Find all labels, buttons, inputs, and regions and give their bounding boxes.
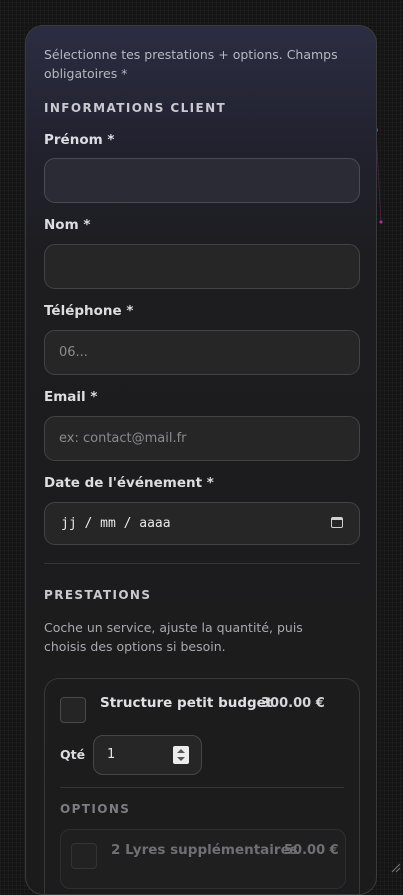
service-card: Structure petit budget 300.00 € Qté 1 OP… bbox=[44, 678, 360, 894]
options-divider bbox=[60, 787, 344, 788]
quantity-stepper[interactable]: 1 bbox=[93, 735, 202, 775]
quantity-label: Qté bbox=[60, 747, 86, 762]
spinner-icon[interactable] bbox=[173, 746, 189, 764]
event-date-label: Date de l'événement * bbox=[44, 475, 214, 491]
section-divider bbox=[44, 563, 360, 564]
email-input[interactable]: ex: contact@mail.fr bbox=[44, 416, 360, 461]
spinner-down-icon[interactable] bbox=[177, 757, 185, 761]
last-name-input[interactable] bbox=[44, 244, 360, 289]
service-name: Structure petit budget bbox=[100, 695, 273, 711]
phone-label: Téléphone * bbox=[44, 303, 134, 319]
client-section-title: INFORMATIONS CLIENT bbox=[44, 101, 227, 115]
prestations-description: Coche un service, ajuste la quantité, pu… bbox=[44, 620, 303, 654]
resize-handle-icon[interactable] bbox=[391, 863, 401, 873]
option-checkbox[interactable] bbox=[71, 843, 97, 869]
calendar-icon[interactable] bbox=[331, 517, 343, 528]
email-label: Email * bbox=[44, 389, 98, 405]
event-date-input[interactable]: jj / mm / aaaa bbox=[44, 502, 360, 545]
option-price: 50.00 € bbox=[284, 843, 339, 858]
options-title: OPTIONS bbox=[60, 802, 131, 816]
service-price: 300.00 € bbox=[261, 696, 325, 711]
form-intro: Sélectionne tes prestations + options. C… bbox=[44, 47, 338, 81]
first-name-input[interactable] bbox=[44, 158, 360, 203]
option-name: 2 Lyres supplémentaires bbox=[111, 842, 298, 858]
event-date-value: jj / mm / aaaa bbox=[61, 516, 171, 531]
quantity-value: 1 bbox=[107, 747, 116, 762]
spinner-up-icon[interactable] bbox=[177, 749, 185, 753]
booking-form-card: Sélectionne tes prestations + options. C… bbox=[25, 25, 377, 895]
first-name-label: Prénom * bbox=[44, 132, 115, 148]
phone-input[interactable]: 06... bbox=[44, 330, 360, 375]
last-name-label: Nom * bbox=[44, 217, 91, 233]
prestations-section-title: PRESTATIONS bbox=[44, 588, 152, 602]
option-item[interactable]: 2 Lyres supplémentaires 50.00 € bbox=[60, 829, 346, 889]
service-checkbox[interactable] bbox=[60, 697, 86, 723]
